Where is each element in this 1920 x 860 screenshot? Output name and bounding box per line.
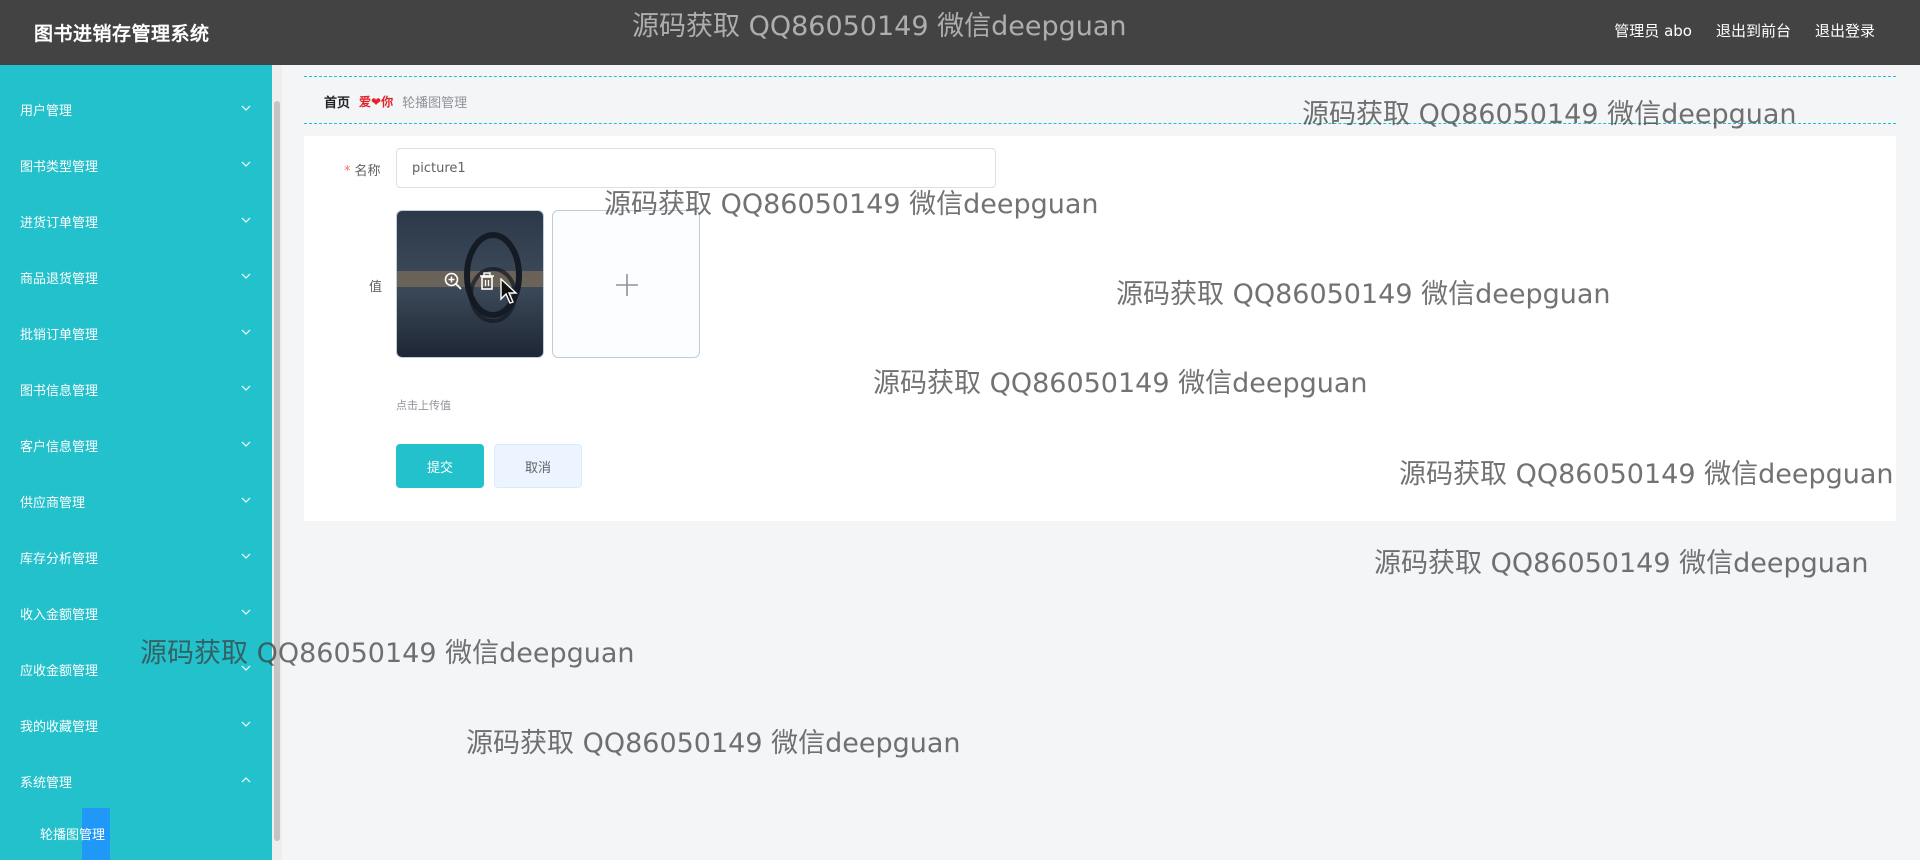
- uploaded-image-thumbnail[interactable]: [396, 210, 544, 358]
- sidebar-item-label: 图书类型管理: [20, 160, 99, 175]
- sidebar-item-label: 库存分析管理: [20, 552, 99, 567]
- current-user: 管理员 abo: [1614, 22, 1692, 40]
- sidebar-item-label: 客户信息管理: [20, 440, 99, 455]
- sidebar-item-label: 我的收藏管理: [20, 720, 99, 735]
- sidebar-item-return[interactable]: 商品退货管理: [0, 248, 272, 304]
- sidebar-item-label: 系统管理: [20, 776, 73, 791]
- sidebar-item-label: 收入金额管理: [20, 608, 99, 623]
- chevron-down-icon: [241, 665, 251, 671]
- to-front-link[interactable]: 退出到前台: [1716, 20, 1791, 41]
- sidebar-item-customer[interactable]: 客户信息管理: [0, 416, 272, 472]
- name-label: * 名称: [344, 160, 381, 179]
- chevron-down-icon: [241, 217, 251, 223]
- sidebar-item-receivable[interactable]: 应收金额管理: [0, 640, 272, 696]
- chevron-down-icon: [241, 609, 251, 615]
- chevron-down-icon: [241, 385, 251, 391]
- sidebar-menu: 用户管理 图书类型管理 进货订单管理 商品退货管理 批销订单管理 图书信息管理 …: [0, 65, 272, 860]
- upload-tip: 点击上传值: [396, 399, 451, 412]
- sidebar-item-system[interactable]: 系统管理: [0, 752, 272, 808]
- sidebar-subitem-label: 轮播图管理: [40, 828, 106, 843]
- name-label-text: 名称: [354, 164, 381, 179]
- chevron-down-icon: [241, 161, 251, 167]
- sidebar-item-income[interactable]: 收入金额管理: [0, 584, 272, 640]
- chevron-down-icon: [241, 105, 251, 111]
- breadcrumb-current: 轮播图管理: [402, 96, 468, 111]
- chevron-down-icon: [241, 273, 251, 279]
- cancel-button[interactable]: 取消: [494, 444, 582, 488]
- logout-link[interactable]: 退出登录: [1815, 20, 1875, 41]
- sidebar-item-label: 供应商管理: [20, 496, 86, 511]
- sidebar-item-label: 图书信息管理: [20, 384, 99, 399]
- breadcrumb-bar: 首页 爱❤你 轮播图管理: [304, 76, 1896, 124]
- sidebar-item-label: 应收金额管理: [20, 664, 99, 679]
- chevron-up-icon: [241, 777, 251, 783]
- chevron-down-icon: [241, 497, 251, 503]
- sidebar-item-label: 批销订单管理: [20, 328, 99, 343]
- sidebar-item-book-type[interactable]: 图书类型管理: [0, 136, 272, 192]
- chevron-down-icon: [241, 441, 251, 447]
- required-mark: *: [344, 164, 351, 179]
- name-input[interactable]: [396, 148, 996, 188]
- value-label: 值: [369, 280, 383, 295]
- breadcrumb-separator: 爱❤你: [359, 95, 394, 109]
- submit-button[interactable]: 提交: [396, 444, 484, 488]
- thumbnail-actions: [443, 271, 497, 291]
- watermark: 源码获取 QQ86050149 微信deepguan: [466, 728, 961, 759]
- image-upload-button[interactable]: [552, 210, 700, 358]
- zoom-in-icon[interactable]: [443, 271, 463, 291]
- header-actions: 管理员 abo 退出到前台 退出登录: [1614, 20, 1875, 41]
- chevron-down-icon: [241, 553, 251, 559]
- sidebar-item-purchase-order[interactable]: 进货订单管理: [0, 192, 272, 248]
- chevron-down-icon: [241, 721, 251, 727]
- sidebar-subitem-carousel[interactable]: 轮播图管理: [0, 808, 272, 860]
- delete-icon[interactable]: [477, 271, 497, 291]
- sidebar-item-label: 商品退货管理: [20, 272, 99, 287]
- sidebar-item-wholesale-order[interactable]: 批销订单管理: [0, 304, 272, 360]
- chevron-down-icon: [241, 329, 251, 335]
- sidebar-item-label: 进货订单管理: [20, 216, 99, 231]
- top-header: 图书进销存管理系统 管理员 abo 退出到前台 退出登录: [0, 0, 1920, 65]
- plus-icon: [616, 274, 638, 296]
- sidebar-item-book-info[interactable]: 图书信息管理: [0, 360, 272, 416]
- scrollbar-thumb[interactable]: [274, 101, 280, 841]
- sidebar-scrollbar[interactable]: [272, 65, 282, 860]
- sidebar-item-favorites[interactable]: 我的收藏管理: [0, 696, 272, 752]
- sidebar-item-inventory[interactable]: 库存分析管理: [0, 528, 272, 584]
- breadcrumb: 首页 爱❤你 轮播图管理: [324, 92, 467, 111]
- watermark: 源码获取 QQ86050149 微信deepguan: [1374, 548, 1869, 579]
- sidebar-item-user[interactable]: 用户管理: [0, 80, 272, 136]
- app-title: 图书进销存管理系统: [34, 23, 210, 45]
- breadcrumb-home[interactable]: 首页: [324, 92, 350, 111]
- mouse-cursor-icon: [500, 278, 518, 304]
- sidebar-item-supplier[interactable]: 供应商管理: [0, 472, 272, 528]
- sidebar-item-label: 用户管理: [20, 104, 73, 119]
